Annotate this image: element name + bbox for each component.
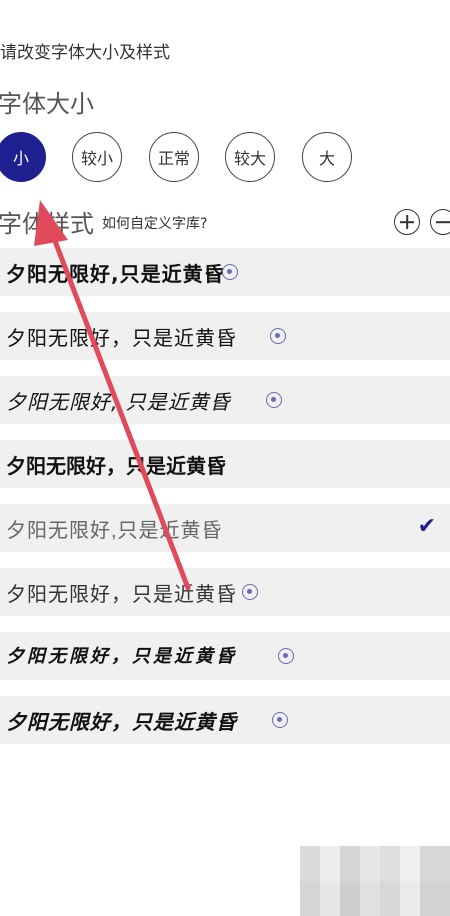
font-size-options: 小 较小 正常 较大 大: [0, 132, 450, 186]
size-option-smaller[interactable]: 较小: [72, 132, 122, 182]
size-option-normal[interactable]: 正常: [149, 132, 199, 182]
font-row[interactable]: 夕阳无限好，只是近黄昏: [0, 696, 450, 744]
font-row[interactable]: 夕阳无限好，只是近黄昏: [0, 312, 450, 360]
font-sample: 夕阳无限好，只是近黄昏: [6, 710, 237, 734]
font-sample: 夕阳无限好，只是近黄昏: [6, 582, 237, 606]
font-row[interactable]: 夕阳无限好,只是近黄昏: [0, 248, 450, 296]
font-sample: 夕阳无限好，只是近黄昏: [6, 326, 237, 350]
font-style-title: 字体样式: [0, 210, 94, 238]
checkmark-icon: ✔: [417, 514, 436, 539]
font-sample: 夕阳无限好,只是近黄昏: [6, 262, 225, 286]
custom-font-help-link[interactable]: 如何自定义字库?: [102, 213, 207, 233]
font-sample: 夕阳无限好，只是近黄昏: [6, 454, 226, 478]
font-sample: 夕阳无限好，只是近黄昏: [6, 646, 237, 667]
font-row[interactable]: 夕阳无限好，只是近黄昏: [0, 568, 450, 616]
size-option-small[interactable]: 小: [0, 132, 46, 182]
plus-circle-icon[interactable]: [394, 209, 420, 235]
font-sample: 夕阳无限好, 只是近黄昏: [6, 390, 231, 414]
download-icon[interactable]: [222, 264, 238, 280]
download-icon[interactable]: [272, 712, 288, 728]
font-row[interactable]: 夕阳无限好，只是近黄昏: [0, 440, 450, 488]
download-icon[interactable]: [242, 584, 258, 600]
font-row[interactable]: 夕阳无限好, 只是近黄昏: [0, 376, 450, 424]
size-option-large[interactable]: 大: [302, 132, 352, 182]
font-row-selected[interactable]: 夕阳无限好,只是近黄昏 ✔: [0, 504, 450, 552]
minus-circle-icon[interactable]: [430, 209, 450, 235]
download-icon[interactable]: [266, 392, 282, 408]
font-size-title: 字体大小: [0, 90, 94, 118]
font-row[interactable]: 夕阳无限好，只是近黄昏: [0, 632, 450, 680]
hint-text: 请改变字体大小及样式: [0, 43, 170, 63]
download-icon[interactable]: [278, 648, 294, 664]
download-icon[interactable]: [270, 328, 286, 344]
watermark-mosaic: [300, 846, 450, 916]
font-sample: 夕阳无限好,只是近黄昏: [6, 520, 223, 542]
font-style-header: 字体样式 如何自定义字库?: [0, 204, 450, 244]
size-option-larger[interactable]: 较大: [225, 132, 275, 182]
